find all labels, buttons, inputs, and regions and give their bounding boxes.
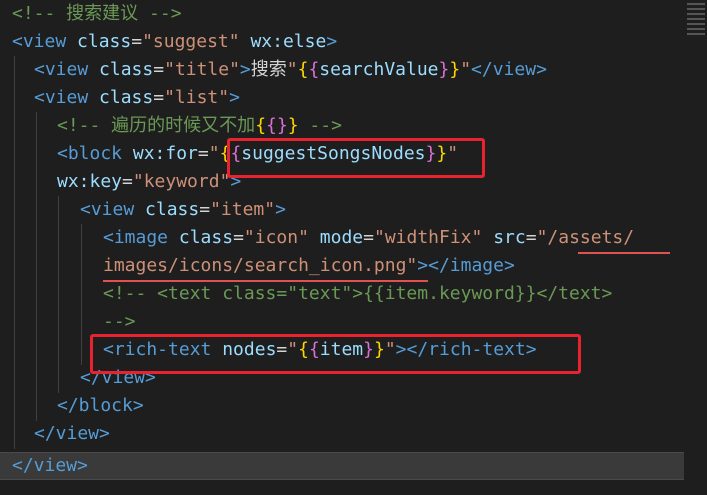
code-token: { — [297, 59, 309, 80]
code-token: class — [99, 59, 154, 80]
code-token: " — [286, 59, 298, 80]
code-token: </view> — [12, 455, 88, 476]
current-line-highlight — [0, 452, 684, 480]
code-token: 搜索 — [250, 59, 287, 80]
code-token: <!-- 搜索建议 --> — [12, 3, 182, 24]
code-token: <!-- <text class="text">{{item.keyword}}… — [103, 283, 613, 304]
code-line[interactable]: <view class="list"> — [34, 84, 240, 112]
code-token: "list" — [164, 87, 230, 108]
code-line[interactable]: images/icons/search_icon.png"></image> — [103, 252, 515, 280]
code-token: "widthFix" — [373, 227, 483, 248]
code-line[interactable]: <image class="icon" mode="widthFix" src=… — [103, 224, 634, 252]
code-token: { — [255, 115, 267, 136]
code-token: { — [308, 59, 320, 80]
code-token: ></image> — [417, 255, 515, 276]
code-token: class — [178, 227, 234, 248]
code-line[interactable]: <view class="item"> — [80, 196, 286, 224]
code-token: <block — [57, 143, 123, 164]
code-token: class — [77, 31, 132, 52]
code-token: "icon" — [243, 227, 309, 248]
code-token: <image — [103, 227, 169, 248]
code-token: = — [233, 227, 244, 248]
indent-guide — [81, 224, 82, 365]
code-token: = — [122, 171, 133, 192]
code-token: mode — [319, 227, 364, 248]
code-line[interactable]: <!-- <text class="text">{{item.keyword}}… — [103, 280, 612, 308]
code-token: = — [363, 227, 374, 248]
code-token: > — [326, 31, 338, 52]
code-token: } — [449, 59, 461, 80]
code-token: > — [275, 199, 286, 220]
code-token: </view> — [471, 59, 547, 80]
code-token: } — [438, 59, 450, 80]
code-token: wx:key — [57, 171, 123, 192]
code-token: wx:else — [250, 31, 327, 52]
code-token: class — [145, 199, 200, 220]
code-line[interactable]: <view class="title">搜索"{{searchValue}}"<… — [34, 56, 547, 84]
error-squiggle — [578, 252, 670, 254]
code-line[interactable]: <!-- 遍历的时候又不加{{}} --> — [57, 112, 342, 140]
code-token: = — [131, 31, 143, 52]
code-token: { — [266, 115, 277, 136]
indent-guide — [36, 112, 37, 421]
highlight-box-suggest-songs-nodes — [227, 138, 485, 178]
code-token: " — [208, 143, 220, 164]
code-line[interactable]: </view> — [34, 420, 110, 448]
code-token: = — [199, 199, 211, 220]
code-token: } — [287, 115, 299, 136]
highlight-box-rich-text — [90, 334, 581, 374]
code-token: = — [525, 227, 537, 248]
code-token: </view> — [34, 423, 110, 444]
code-token: = — [153, 87, 165, 108]
code-token: <view — [80, 199, 135, 220]
code-line[interactable]: </view> — [12, 452, 88, 480]
code-token: } — [276, 115, 288, 136]
code-token: "/assets/ — [536, 227, 635, 248]
code-token: "item" — [210, 199, 276, 220]
code-token: <!-- 遍历的时候又不加 — [57, 115, 256, 136]
code-token: " — [460, 59, 472, 80]
error-squiggle — [103, 280, 428, 282]
code-line[interactable]: <view class="suggest" wx:else> — [12, 28, 337, 56]
minimap[interactable] — [685, 0, 707, 60]
code-token: <view — [12, 31, 67, 52]
indent-guide — [58, 196, 59, 393]
code-token: > — [239, 59, 251, 80]
code-line[interactable]: --> — [103, 308, 136, 336]
code-token: images/icons/search_icon.png" — [103, 255, 418, 276]
code-token: --> — [103, 311, 136, 332]
code-line[interactable]: <!-- 搜索建议 --> — [12, 0, 182, 28]
code-token: <view — [34, 87, 89, 108]
code-line[interactable]: </block> — [57, 392, 144, 420]
code-token: = — [153, 59, 165, 80]
code-token: > — [229, 87, 240, 108]
code-token: "title" — [164, 59, 240, 80]
code-token: --> — [298, 115, 342, 136]
code-token: = — [197, 143, 209, 164]
code-token: wx:for — [132, 143, 198, 164]
code-token: </block> — [57, 395, 144, 416]
code-token: src — [493, 227, 526, 248]
code-editor[interactable]: <!-- 搜索建议 --> <view class="suggest" wx:el… — [0, 0, 707, 495]
code-token: class — [99, 87, 154, 108]
code-token: "suggest" — [142, 31, 240, 52]
code-token: searchValue — [319, 59, 439, 80]
code-token: <view — [34, 59, 89, 80]
code-line[interactable]: wx:key="keyword"> — [57, 168, 241, 196]
code-token: "keyword" — [132, 171, 231, 192]
indent-guide — [14, 56, 15, 449]
